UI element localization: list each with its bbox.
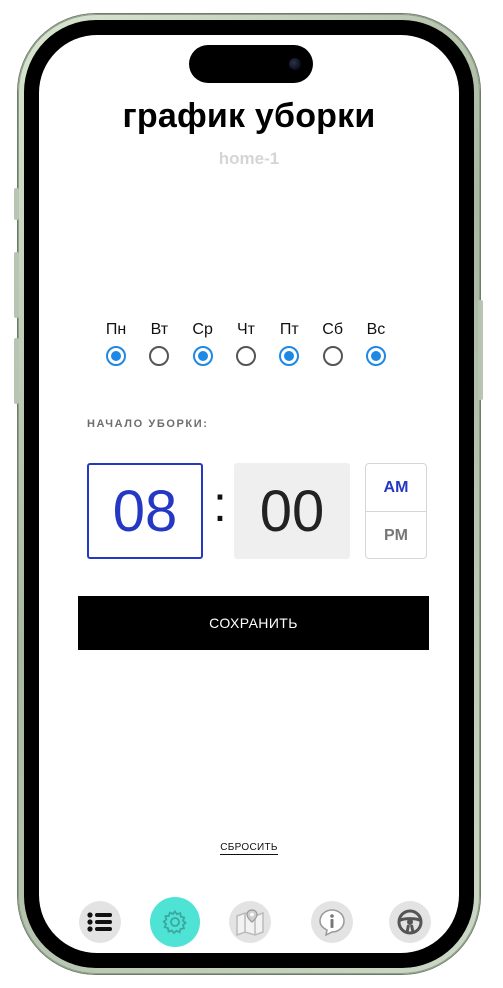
day-label: Ср — [192, 321, 213, 338]
day-radio[interactable] — [235, 346, 256, 366]
day-radio[interactable] — [279, 346, 300, 366]
tab-settings[interactable] — [150, 897, 200, 947]
day-radio[interactable] — [365, 346, 386, 366]
device-name: home-1 — [218, 149, 280, 168]
start-time-label: НАЧАЛО УБОРКИ: — [87, 418, 209, 430]
save-button[interactable]: СОХРАНИТЬ — [78, 596, 429, 650]
weekday-selector: Пн Вт Ср Чт Пт Сб Вс — [101, 320, 391, 380]
tab-info[interactable] — [311, 901, 353, 943]
day-thu[interactable]: Чт — [231, 320, 261, 380]
steering-wheel-icon — [397, 909, 423, 935]
dynamic-island — [189, 45, 313, 83]
page-title: график уборки — [122, 97, 376, 135]
day-sun[interactable]: Вс — [361, 320, 391, 380]
day-fri[interactable]: Пт — [274, 320, 304, 380]
screen: график уборки home-1 Пн Вт Ср Чт Пт Сб В… — [39, 35, 459, 953]
day-label: Пт — [279, 321, 299, 338]
map-icon — [236, 909, 264, 936]
bottom-nav — [39, 897, 459, 947]
tab-list[interactable] — [79, 901, 121, 943]
time-separator: : — [213, 476, 227, 532]
day-label: Вт — [150, 321, 169, 338]
day-radio[interactable] — [322, 346, 343, 366]
day-radio[interactable] — [149, 346, 170, 366]
hour-input[interactable]: 08 — [87, 463, 203, 559]
day-radio[interactable] — [106, 346, 126, 366]
gear-icon — [162, 910, 187, 935]
reset-link[interactable]: СБРОСИТЬ — [220, 842, 278, 855]
am-pm-toggle: AM PM — [365, 463, 427, 559]
day-label: Пн — [105, 321, 127, 338]
tab-map[interactable] — [229, 901, 271, 943]
am-button[interactable]: AM — [366, 464, 426, 512]
volume-down-button — [14, 338, 19, 404]
day-sat[interactable]: Сб — [318, 320, 348, 380]
day-label: Сб — [322, 321, 343, 338]
info-icon — [319, 909, 345, 936]
power-button — [478, 300, 483, 400]
day-mon[interactable]: Пн — [101, 320, 131, 380]
action-button — [14, 188, 19, 220]
list-icon — [87, 912, 112, 932]
day-label: Чт — [236, 321, 255, 338]
reset-container: СБРОСИТЬ — [39, 837, 459, 855]
pm-button[interactable]: PM — [366, 512, 426, 558]
day-wed[interactable]: Ср — [188, 320, 218, 380]
minute-input[interactable]: 00 — [234, 463, 350, 559]
tab-drive[interactable] — [389, 901, 431, 943]
volume-up-button — [14, 252, 19, 318]
day-tue[interactable]: Вт — [144, 320, 174, 380]
camera-icon — [289, 58, 301, 70]
day-radio[interactable] — [192, 346, 213, 366]
day-label: Вс — [366, 321, 386, 338]
